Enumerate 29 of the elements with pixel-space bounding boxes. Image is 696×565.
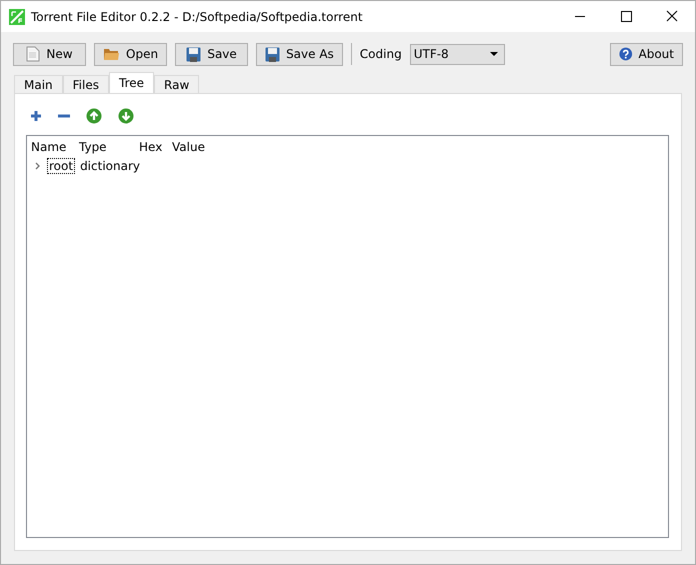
minus-icon[interactable] [58, 114, 70, 118]
app-logo-icon [9, 8, 25, 24]
plus-icon[interactable] [30, 110, 42, 122]
chevron-right-icon[interactable] [34, 162, 42, 170]
column-header[interactable]: Value [172, 140, 252, 156]
help-icon [619, 46, 633, 62]
document-icon [26, 46, 40, 62]
coding-dropdown[interactable]: UTF-8 [410, 44, 505, 64]
tab[interactable]: Tree [109, 72, 154, 93]
about-button[interactable]: About [610, 42, 683, 66]
tab[interactable]: Main [14, 75, 63, 93]
toolbar-button[interactable]: Open [94, 42, 168, 66]
toolbar-button[interactable]: New [13, 42, 86, 66]
dropdown-arrow-icon [490, 52, 498, 56]
tree-view[interactable]: Name Type Hex Value root dictionary [26, 135, 669, 538]
tree-item-type: dictionary [80, 159, 140, 173]
arrow-up-icon[interactable] [86, 108, 102, 124]
tab[interactable]: Raw [154, 75, 200, 93]
tab[interactable]: Files [62, 75, 109, 93]
toolbar-button[interactable]: Save As [256, 42, 343, 66]
coding-label: Coding [360, 47, 402, 61]
window-title: Torrent File Editor 0.2.2 - D:/Softpedia/Softpedia.torrent [31, 10, 364, 24]
tree-item-name[interactable]: root [47, 158, 76, 174]
column-header[interactable]: Name [31, 140, 79, 156]
column-header[interactable]: Type [79, 140, 139, 156]
toolbar-button[interactable]: Save [175, 42, 248, 66]
folder-icon [103, 47, 120, 61]
column-header[interactable]: Hex [139, 140, 172, 156]
arrow-down-icon[interactable] [118, 108, 134, 124]
